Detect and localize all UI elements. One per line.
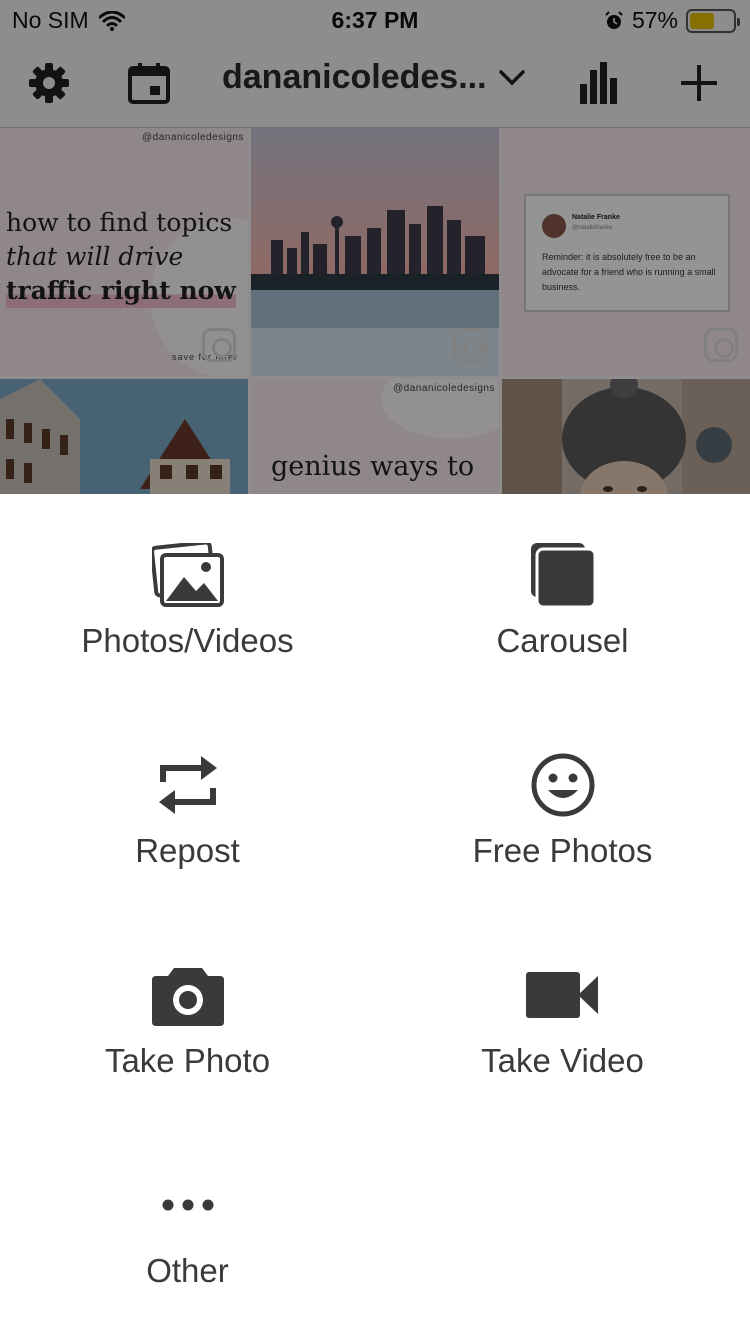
houses-image — [0, 379, 248, 494]
photos-videos-label: Photos/Videos — [81, 622, 294, 659]
camera-icon — [0, 962, 375, 1028]
create-post-sheet: Photos/Videos Carousel Repost Free Photo… — [0, 494, 750, 1334]
status-right: 57% — [604, 7, 740, 34]
post-watermark: @dananicoledesigns — [142, 132, 244, 143]
take-photo-option[interactable]: Take Photo — [0, 914, 375, 1124]
nav-bar: dananicoledes... — [0, 40, 750, 128]
avatar — [542, 214, 566, 238]
carousel-option[interactable]: Carousel — [375, 494, 750, 704]
post-tile[interactable] — [251, 128, 499, 376]
free-photos-option[interactable]: Free Photos — [375, 704, 750, 914]
take-video-option[interactable]: Take Video — [375, 914, 750, 1124]
post-watermark: @dananicoledesigns — [393, 383, 495, 394]
tweet-author-handle: @nataliefranke — [572, 225, 613, 231]
post-tile[interactable]: Natalie Franke @nataliefranke Reminder: … — [502, 128, 750, 376]
post-tile[interactable]: @dananicoledesigns how to find topics th… — [0, 128, 248, 376]
status-bar: No SIM 6:37 PM 57% — [0, 0, 750, 40]
gear-icon[interactable] — [26, 60, 72, 106]
instagram-icon — [453, 328, 487, 362]
photos-videos-option[interactable]: Photos/Videos — [0, 494, 375, 704]
tweet-author-name: Natalie Franke — [572, 214, 620, 221]
alarm-icon — [604, 10, 624, 31]
other-label: Other — [146, 1252, 229, 1289]
free-photos-label: Free Photos — [472, 832, 653, 869]
repost-label: Repost — [135, 832, 240, 869]
account-switcher[interactable]: dananicoledes... — [222, 58, 525, 97]
post-headline: how to find topics that will drive traff… — [6, 206, 236, 308]
instagram-icon — [704, 328, 738, 362]
portrait-image — [502, 379, 750, 494]
post-tile[interactable] — [502, 379, 750, 494]
post-tile[interactable]: @dananicoledesigns genius ways to — [251, 379, 499, 494]
video-camera-icon — [375, 962, 750, 1028]
take-video-label: Take Video — [481, 1042, 644, 1079]
carousel-label: Carousel — [496, 622, 629, 659]
battery-icon — [686, 8, 740, 33]
other-option[interactable]: Other — [0, 1124, 375, 1334]
repost-option[interactable]: Repost — [0, 704, 375, 914]
post-headline: genius ways to — [271, 451, 475, 482]
bar-chart-icon[interactable] — [576, 60, 622, 106]
take-photo-label: Take Photo — [104, 1042, 271, 1079]
account-name: dananicoledes... — [222, 58, 487, 96]
battery-fill — [690, 12, 714, 29]
instagram-icon — [202, 328, 236, 362]
post-grid: @dananicoledesigns how to find topics th… — [0, 128, 750, 494]
carousel-icon — [375, 542, 750, 609]
tweet-card: Natalie Franke @nataliefranke Reminder: … — [524, 194, 730, 312]
post-tile[interactable] — [0, 379, 248, 494]
tweet-body: Reminder: it is absolutely free to be an… — [542, 252, 716, 292]
repost-icon — [0, 752, 375, 818]
photos-icon — [0, 542, 375, 608]
screen: No SIM 6:37 PM 57% dananicoledes... @dan… — [0, 0, 750, 1334]
more-dots-icon — [0, 1172, 375, 1238]
background-feed: No SIM 6:37 PM 57% dananicoledes... @dan… — [0, 0, 750, 494]
battery-percent: 57% — [631, 7, 678, 33]
calendar-icon[interactable] — [126, 60, 172, 106]
chevron-down-icon — [498, 69, 525, 86]
smiley-icon — [375, 752, 750, 818]
plus-icon[interactable] — [676, 60, 722, 106]
